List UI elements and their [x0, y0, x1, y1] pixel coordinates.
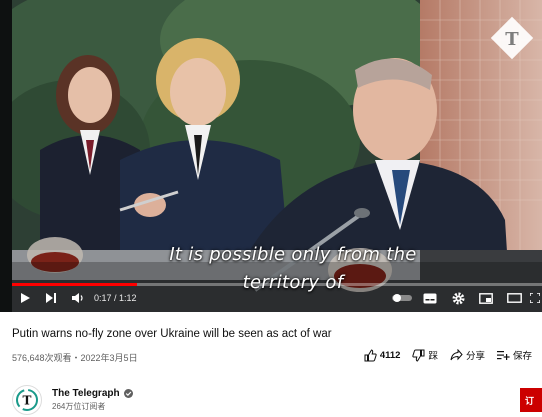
telegraph-avatar-icon: T — [16, 389, 38, 411]
share-button[interactable]: 分享 — [450, 348, 485, 362]
gear-icon — [452, 292, 464, 304]
play-icon — [21, 293, 30, 303]
thumbs-up-icon — [364, 348, 377, 361]
share-label: 分享 — [465, 351, 485, 362]
channel-info: T The Telegraph 264万位订阅者 — [12, 385, 133, 415]
telegraph-logo-icon: T — [490, 16, 534, 60]
video-title: Putin warns no-fly zone over Ukraine wil… — [12, 328, 332, 340]
play-button[interactable] — [12, 287, 38, 309]
video-frame-image — [0, 0, 542, 312]
miniplayer-icon — [479, 292, 493, 304]
channel-avatar[interactable]: T — [12, 385, 42, 415]
video-actions: 4112 踩 分享 保存 — [364, 348, 532, 362]
next-icon — [46, 293, 56, 303]
video-player[interactable]: T It is possible only from the territory… — [0, 0, 542, 312]
video-meta: 576,648次观看・2022年3月5日 — [12, 353, 138, 363]
miniplayer-button[interactable] — [472, 287, 500, 309]
fullscreen-button[interactable] — [528, 287, 542, 309]
autoplay-toggle[interactable] — [388, 287, 416, 309]
fullscreen-icon — [530, 293, 540, 303]
next-button[interactable] — [38, 287, 64, 309]
video-page: T It is possible only from the territory… — [0, 0, 542, 417]
verified-check-icon — [123, 389, 133, 398]
dislike-button[interactable]: 踩 — [412, 348, 438, 362]
svg-text:T: T — [23, 394, 32, 408]
caption-line-1: It is possible only from the — [169, 244, 417, 265]
save-button[interactable]: 保存 — [496, 348, 532, 362]
settings-button[interactable] — [444, 287, 472, 309]
volume-icon — [71, 293, 83, 303]
like-count: 4112 — [379, 349, 401, 361]
subtitles-icon — [423, 293, 437, 303]
autoplay-toggle-icon — [392, 294, 412, 302]
player-left-edge — [0, 0, 12, 312]
playlist-add-icon — [496, 350, 510, 360]
share-icon — [450, 349, 463, 361]
dislike-label: 踩 — [428, 351, 438, 362]
save-label: 保存 — [512, 351, 532, 362]
channel-name: The Telegraph — [52, 388, 120, 399]
svg-text:T: T — [505, 29, 519, 50]
subscribe-button[interactable]: 订 — [520, 388, 542, 412]
theater-mode-button[interactable] — [500, 287, 528, 309]
time-display: 0:17 / 1:12 — [94, 293, 137, 303]
theater-icon — [506, 293, 522, 303]
volume-button[interactable] — [64, 287, 90, 309]
channel-text: The Telegraph 264万位订阅者 — [52, 388, 133, 412]
player-controls: 0:17 / 1:12 — [12, 286, 542, 310]
subtitles-button[interactable] — [416, 287, 444, 309]
channel-name-row[interactable]: The Telegraph — [52, 388, 133, 399]
thumbs-down-icon — [412, 349, 425, 362]
like-button[interactable]: 4112 — [364, 348, 401, 362]
subscriber-count: 264万位订阅者 — [52, 402, 106, 411]
